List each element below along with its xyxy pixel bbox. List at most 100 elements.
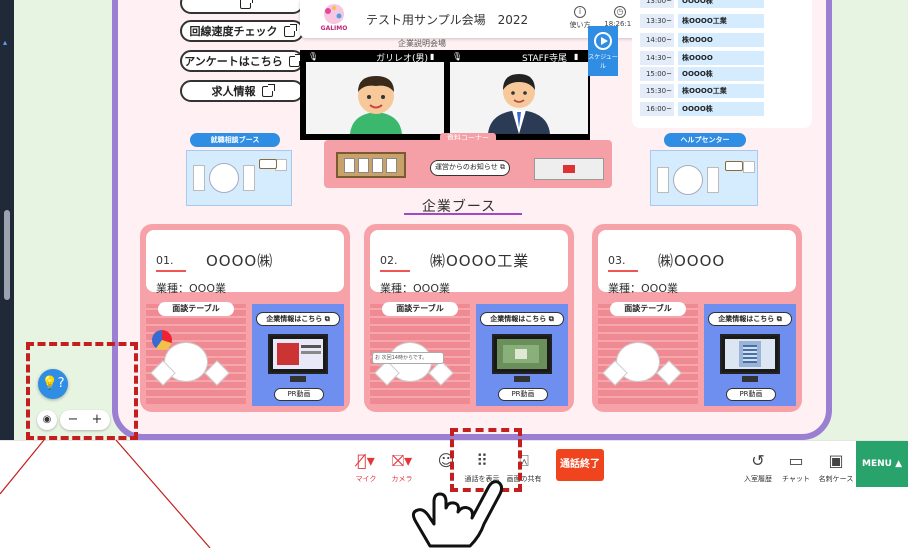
company-card: 03. ㈱OOOO 業種：OOO業	[598, 230, 796, 295]
company-info-label: 企業情報はこちら	[266, 315, 323, 323]
monitor-stand	[290, 376, 306, 382]
consult-booth-label: 就職相談ブース	[190, 133, 280, 147]
company-booth-2[interactable]: 02. ㈱OOOO工業 業種：OOO業 面談テーブル お 次回14時からです。 …	[364, 224, 574, 412]
logo-text: GALIMO	[321, 25, 348, 32]
company-name: ㈱OOOO工業	[430, 252, 530, 270]
hall-label: 企業説明会場	[398, 39, 446, 48]
survey-button[interactable]: アンケートはこちら	[180, 50, 304, 72]
round-table	[673, 165, 703, 195]
document-icon	[358, 158, 369, 173]
history-label: 入室履歴	[744, 475, 772, 483]
chair	[193, 165, 205, 191]
company-card: 01. OOOO㈱ 業種：OOO業	[146, 230, 344, 295]
row-company: OOOO株	[678, 102, 764, 116]
help-center-label: ヘルプセンター	[664, 133, 746, 147]
monitor-stand	[742, 376, 758, 382]
thumbnail-graphic	[515, 349, 527, 359]
document-icon	[386, 158, 397, 173]
row-company: OOOO株	[678, 67, 764, 81]
annotation-lines	[0, 439, 211, 548]
timetable-row[interactable]: 15:00~ OOOO株	[640, 67, 800, 81]
timetable-row[interactable]: 14:00~ 株OOOO	[640, 33, 800, 47]
booth-number: 02.	[380, 254, 398, 267]
company-card: 02. ㈱OOOO工業 業種：OOO業	[370, 230, 568, 295]
external-link-icon	[261, 83, 275, 97]
chair	[243, 165, 255, 191]
pr-monitor[interactable]	[720, 334, 780, 374]
document-shelf[interactable]	[336, 152, 406, 178]
clock-icon: ◷	[614, 6, 626, 18]
video-tile-staff[interactable]	[450, 62, 588, 134]
thumbnail-graphic	[277, 343, 299, 365]
row-company: 株OOOO	[678, 33, 764, 47]
company-info-button[interactable]: 企業情報はこちら ⧉	[480, 312, 564, 326]
hall-title-underline	[404, 213, 522, 215]
card-case-label: 名刺ケース	[818, 475, 854, 483]
end-call-button[interactable]: 通話終了	[556, 449, 604, 481]
row-company: 株OOOO	[678, 51, 764, 65]
chat-button[interactable]: ▭ チャット	[774, 452, 818, 484]
pr-video-button[interactable]: PR動画	[726, 388, 776, 401]
timetable: 13:00~ OOOO株 13:30~ 株OOOO工業 14:00~ 株OOOO 14…	[632, 0, 812, 128]
speed-check-button[interactable]: 回線速度チェック	[180, 20, 304, 42]
side-scrollbar[interactable]	[4, 210, 10, 300]
thumbnail-graphic	[301, 345, 321, 348]
monitor-stand	[514, 376, 530, 382]
mic-icon: 🎙	[452, 52, 463, 61]
company-info-button[interactable]: 企業情報はこちら ⧉	[708, 312, 792, 326]
signal-icon: ▮	[574, 52, 579, 61]
document-icon	[344, 158, 355, 173]
pr-monitor[interactable]	[492, 334, 552, 374]
video-panel: 🎙 ガリレオ(男) ▮ 🎙 STAFF寺尾 ▮	[300, 50, 590, 140]
timetable-row[interactable]: 14:30~ 株OOOO	[640, 51, 800, 65]
card-case-button[interactable]: ▣ 名刺ケース	[814, 452, 858, 484]
booth-number: 01.	[156, 254, 174, 267]
help-center-booth[interactable]	[650, 150, 758, 206]
industry-label: 業種：OOO業	[608, 282, 678, 295]
company-info-button[interactable]: 企業情報はこちら ⧉	[256, 312, 340, 326]
consult-booth[interactable]	[186, 150, 292, 206]
pr-monitor[interactable]	[268, 334, 328, 374]
chat-label: チャット	[782, 475, 810, 483]
sofa	[259, 159, 277, 169]
top-link-button[interactable]	[180, 0, 304, 14]
video-tile-galileo[interactable]	[306, 62, 444, 134]
number-underline	[156, 270, 186, 272]
row-time: 14:00~	[640, 33, 674, 47]
timetable-row[interactable]: 15:30~ 株OOOO工業	[640, 84, 800, 98]
mic-icon: 🎙	[308, 52, 319, 61]
pr-video-button[interactable]: PR動画	[498, 388, 548, 401]
pr-video-thumbnail	[725, 339, 775, 369]
row-time: 16:00~	[640, 102, 674, 116]
pr-video-thumbnail	[497, 339, 547, 369]
row-company: 株OOOO工業	[678, 84, 764, 98]
row-time: 14:30~	[640, 51, 674, 65]
row-company: OOOO株	[678, 0, 764, 8]
job-info-button[interactable]: 求人情報	[180, 80, 304, 102]
company-booth-3[interactable]: 03. ㈱OOOO 業種：OOO業 面談テーブル 企業情報はこちら ⧉ PR動画	[592, 224, 802, 412]
timetable-row[interactable]: 16:00~ OOOO株	[640, 102, 800, 116]
browser-side-panel: ▴	[0, 0, 14, 440]
signal-icon: ▮	[430, 52, 435, 61]
pointing-hand-icon	[411, 480, 504, 548]
boy-avatar-icon	[306, 62, 444, 134]
tv-monitor[interactable]	[534, 158, 604, 180]
menu-button[interactable]: MENU ▲	[856, 441, 908, 487]
row-time: 15:30~	[640, 84, 674, 98]
schedule-button[interactable]: スケジュール	[588, 26, 618, 76]
company-name: OOOO㈱	[206, 252, 274, 270]
notice-label: 運営からのお知らせ	[434, 163, 498, 171]
mic-label: マイク	[355, 475, 377, 483]
notice-button[interactable]: 運営からのお知らせ ⧉	[430, 160, 510, 176]
row-time: 15:00~	[640, 67, 674, 81]
row-time: 13:30~	[640, 14, 674, 28]
timetable-row[interactable]: 13:30~ 株OOOO工業	[640, 14, 800, 28]
company-booth-1[interactable]: 01. OOOO㈱ 業種：OOO業 面談テーブル 企業情報はこちら ⧉ PR動画	[140, 224, 350, 412]
interview-table-label: 面談テーブル	[158, 302, 234, 316]
timetable-row[interactable]: 13:00~ OOOO株	[640, 0, 800, 8]
interview-table-label: 面談テーブル	[382, 302, 458, 316]
number-underline	[608, 270, 638, 272]
pr-video-button[interactable]: PR動画	[274, 388, 324, 401]
pr-video-thumbnail	[273, 339, 323, 369]
galimo-logo: GALIMO	[321, 4, 348, 32]
